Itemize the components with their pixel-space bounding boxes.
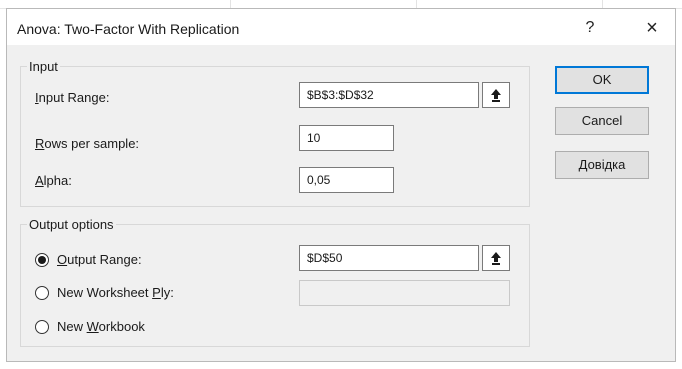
output-range-field[interactable]: $D$50 [299,245,479,271]
rows-per-sample-field[interactable]: 10 [299,125,394,151]
new-worksheet-label[interactable]: New Worksheet Ply: [57,285,174,300]
close-button[interactable]: × [632,13,672,43]
new-workbook-label[interactable]: New Workbook [57,319,145,334]
help-button[interactable]: ? [570,13,610,43]
output-range-label[interactable]: Output Range: [57,252,142,267]
new-worksheet-radio[interactable] [35,286,49,300]
grid-line [416,0,417,8]
input-range-label: Input Range: [35,90,110,105]
upload-arrow-icon [491,252,501,265]
new-worksheet-name-field[interactable] [299,280,510,306]
close-icon: × [646,17,658,39]
title-bar: Anova: Two-Factor With Replication ? × [7,9,675,45]
new-workbook-radio[interactable] [35,320,49,334]
rows-per-sample-label: Rows per sample: [35,136,140,151]
cancel-button[interactable]: Cancel [555,107,649,135]
anova-dialog: Anova: Two-Factor With Replication ? × I… [6,8,676,362]
help-dialog-button[interactable]: Довідка [555,151,649,179]
alpha-label: Alpha: [35,173,72,188]
input-group-legend: Input [29,59,58,74]
ok-button[interactable]: OK [555,66,649,94]
output-range-radio[interactable] [35,253,49,267]
dialog-title: Anova: Two-Factor With Replication [17,21,240,37]
question-icon: ? [585,19,595,36]
output-range-collapse-button[interactable] [482,245,510,271]
output-options-legend: Output options [29,217,114,232]
grid-line [230,0,231,8]
input-range-collapse-button[interactable] [482,82,510,108]
input-range-field[interactable]: $B$3:$D$32 [299,82,479,108]
grid-line [602,0,603,8]
alpha-field[interactable]: 0,05 [299,167,394,193]
upload-arrow-icon [491,89,501,102]
